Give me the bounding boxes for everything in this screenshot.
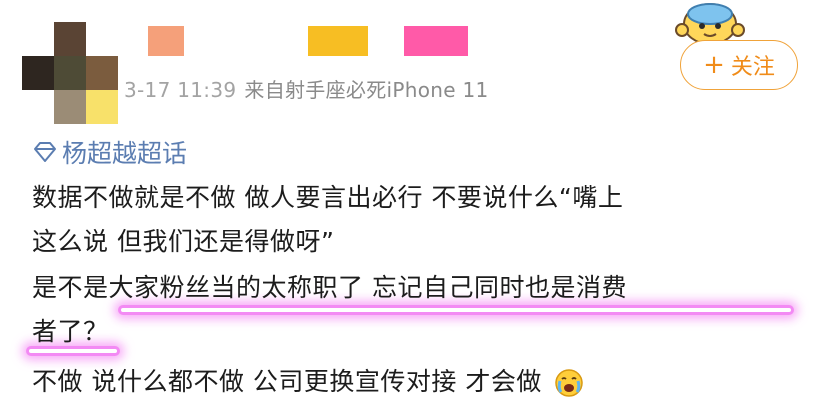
- follow-label: 关注: [730, 55, 775, 80]
- topic-label: 杨超越超话: [62, 139, 188, 168]
- crying-face-icon: [555, 369, 584, 397]
- avatar[interactable]: [22, 22, 118, 124]
- highlight-underline: [118, 305, 794, 315]
- avatar-pixel: [22, 56, 54, 90]
- avatar-pixel: [54, 56, 86, 90]
- avatar-pixel: [22, 90, 54, 124]
- avatar-pixel: [54, 90, 86, 124]
- post-text-line: 者了？: [32, 317, 109, 346]
- avatar-pixel: [86, 90, 118, 124]
- follow-button[interactable]: + 关注: [680, 40, 798, 90]
- post-text-line: 是不是大家粉丝当的太称职了 忘记自己同时也是消费: [32, 273, 627, 302]
- avatar-pixel: [86, 56, 118, 90]
- redacted-username-block: [148, 26, 184, 56]
- redacted-username-block: [308, 26, 368, 56]
- post-text-line: 这么说 但我们还是得做呀”: [32, 227, 335, 256]
- avatar-pixel: [54, 22, 86, 56]
- post-meta: 3-17 11:39 来自射手座必死iPhone 11: [124, 74, 489, 103]
- plus-icon: +: [703, 50, 725, 80]
- source-device[interactable]: 射手座必死iPhone 11: [285, 78, 489, 102]
- post-text-line: 数据不做就是不做 做人要言出必行 不要说什么“嘴上: [32, 183, 624, 212]
- topic-link[interactable]: 杨超越超话: [32, 134, 187, 170]
- redacted-username-block: [404, 26, 468, 56]
- post-timestamp: 3-17 11:39: [124, 78, 237, 102]
- post-text: 不做 说什么都不做 公司更换宣传对接 才会做: [32, 367, 542, 396]
- post-text-line-last: 不做 说什么都不做 公司更换宣传对接 才会做: [32, 362, 584, 398]
- avatar-pixel: [86, 22, 118, 56]
- avatar-pixel: [22, 22, 54, 56]
- diamond-icon: [34, 142, 56, 162]
- source-prefix: 来自: [244, 78, 285, 102]
